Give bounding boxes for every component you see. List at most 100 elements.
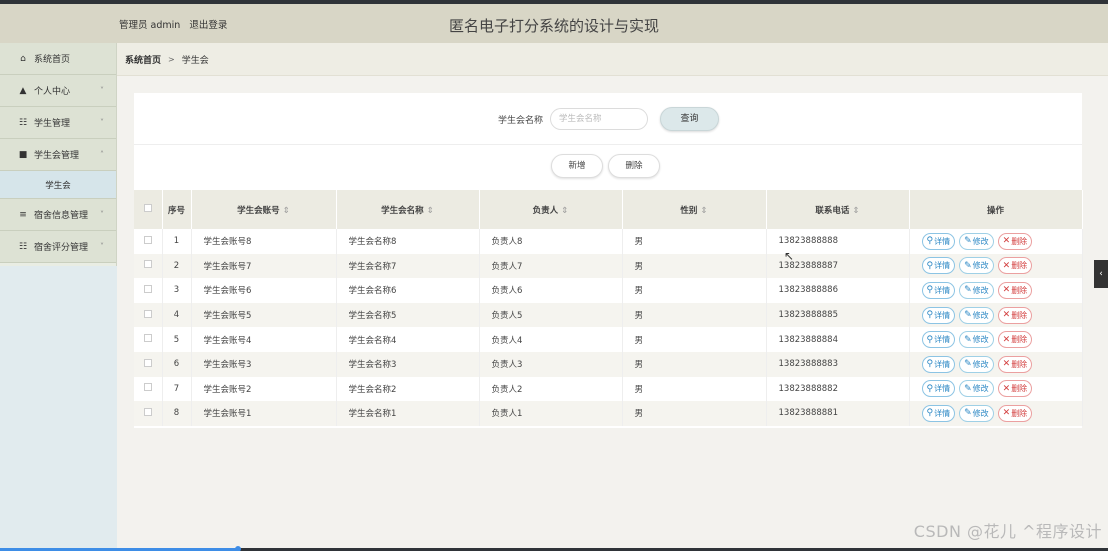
detail-button[interactable]: ⚲ 详情 <box>921 257 956 275</box>
breadcrumb: 系统首页 > 学生会 <box>117 43 1108 76</box>
edit-button[interactable]: ✎ 修改 <box>959 380 994 398</box>
delete-label: 删除 <box>1011 408 1028 418</box>
cell-index: 6 <box>162 351 192 377</box>
cell-phone: 13823888882 <box>766 376 910 402</box>
batch-delete-button[interactable]: 删除 <box>608 154 660 178</box>
edit-label: 修改 <box>972 261 989 271</box>
column-header-label: 性别 <box>680 205 698 216</box>
add-button[interactable]: 新增 <box>551 154 603 178</box>
cell-phone: 13823888884 <box>766 327 910 352</box>
chevron-down-icon: ˅ <box>100 118 104 127</box>
edit-label: 修改 <box>972 236 989 246</box>
cell-gender: 男 <box>622 278 767 303</box>
delete-button[interactable]: ✕ 删除 <box>997 257 1033 275</box>
detail-button[interactable]: ⚲ 详情 <box>921 331 956 349</box>
column-header-gender[interactable]: 性别 ⇕ <box>622 190 767 229</box>
sidebar-item-students[interactable]: ☷ 学生管理 ˅ <box>0 107 116 139</box>
row-checkbox[interactable] <box>143 358 152 367</box>
cell-index: 5 <box>162 327 192 352</box>
row-checkbox[interactable] <box>143 284 152 293</box>
search-icon: ⚲ <box>926 310 934 321</box>
side-collapse-tab[interactable]: ‹ <box>1094 260 1108 288</box>
delete-label: 删除 <box>1011 261 1028 271</box>
table-row: 2 学生会账号7 学生会名称7 负责人7 男 13823888887 ⚲ 详情 ✎ 修改 ✕ 删除 <box>134 253 1083 279</box>
cell-ops: ⚲ 详情 ✎ 修改 ✕ 删除 <box>909 278 1083 303</box>
delete-button[interactable]: ✕ 删除 <box>997 404 1033 422</box>
cell-index: 2 <box>162 253 192 279</box>
edit-button[interactable]: ✎ 修改 <box>959 232 994 250</box>
cell-account: 学生会账号3 <box>191 351 337 377</box>
search-button[interactable]: 查询 <box>660 107 719 131</box>
sort-icon: ⇕ <box>852 205 860 216</box>
sidebar-item-home[interactable]: ⌂ 系统首页 <box>0 43 116 75</box>
close-icon: ✕ <box>1002 236 1011 247</box>
video-progress-knob[interactable] <box>235 546 242 551</box>
row-checkbox[interactable] <box>143 334 152 343</box>
pencil-icon: ✎ <box>964 334 972 345</box>
search-icon: ⚲ <box>926 260 934 271</box>
pencil-icon: ✎ <box>964 359 972 370</box>
detail-button[interactable]: ⚲ 详情 <box>921 232 956 250</box>
sidebar-item-label: 宿舍信息管理 <box>34 211 89 221</box>
delete-button[interactable]: ✕ 删除 <box>997 355 1033 373</box>
delete-button[interactable]: ✕ 删除 <box>997 232 1033 250</box>
cell-index: 7 <box>162 376 192 402</box>
row-checkbox[interactable] <box>143 260 152 269</box>
home-icon: ⌂ <box>20 53 26 64</box>
edit-button[interactable]: ✎ 修改 <box>959 257 994 275</box>
edit-button[interactable]: ✎ 修改 <box>959 404 994 422</box>
delete-button[interactable]: ✕ 删除 <box>997 306 1033 324</box>
breadcrumb-current: 学生会 <box>181 55 209 66</box>
column-header-index: 序号 <box>162 190 192 229</box>
table-row: 8 学生会账号1 学生会名称1 负责人1 男 13823888881 ⚲ 详情 ✎ 修改 ✕ 删除 <box>134 401 1083 426</box>
row-checkbox[interactable] <box>143 407 152 416</box>
sort-icon: ⇕ <box>426 205 434 216</box>
book-icon: ■ <box>18 149 28 160</box>
sidebar-item-label: 学生管理 <box>34 119 71 129</box>
edit-button[interactable]: ✎ 修改 <box>959 331 994 349</box>
search-bar: 学生会名称 查询 <box>134 93 1082 145</box>
detail-button[interactable]: ⚲ 详情 <box>921 404 956 422</box>
sidebar-item-dorm-score[interactable]: ☷ 宿舍评分管理 ˅ <box>0 231 116 263</box>
row-checkbox[interactable] <box>143 309 152 318</box>
list-icon: ≡ <box>19 209 27 220</box>
edit-button[interactable]: ✎ 修改 <box>959 306 994 324</box>
sidebar-subitem-student-union[interactable]: 学生会 <box>0 171 116 199</box>
table-row: 7 学生会账号2 学生会名称2 负责人2 男 13823888882 ⚲ 详情 ✎ 修改 ✕ 删除 <box>134 376 1083 402</box>
detail-button[interactable]: ⚲ 详情 <box>921 380 956 398</box>
delete-button[interactable]: ✕ 删除 <box>997 281 1033 299</box>
select-all-checkbox[interactable] <box>143 204 152 212</box>
breadcrumb-home[interactable]: 系统首页 <box>125 53 161 66</box>
detail-label: 详情 <box>934 335 951 345</box>
delete-button[interactable]: ✕ 删除 <box>997 380 1033 398</box>
edit-button[interactable]: ✎ 修改 <box>959 281 994 299</box>
breadcrumb-separator: > <box>168 54 175 64</box>
delete-button[interactable]: ✕ 删除 <box>997 331 1033 349</box>
search-icon: ⚲ <box>926 383 934 394</box>
chevron-down-icon: ˅ <box>100 86 104 95</box>
close-icon: ✕ <box>1002 260 1011 271</box>
sidebar-item-student-union[interactable]: ■ 学生会管理 ˄ <box>0 139 116 171</box>
detail-button[interactable]: ⚲ 详情 <box>921 281 956 299</box>
edit-button[interactable]: ✎ 修改 <box>959 355 994 373</box>
cell-name: 学生会名称6 <box>336 278 480 303</box>
row-checkbox[interactable] <box>143 235 152 244</box>
column-header-label: 联系电话 <box>815 205 850 216</box>
search-input[interactable] <box>550 108 648 130</box>
column-header-name[interactable]: 学生会名称 ⇕ <box>336 190 480 229</box>
table-row: 5 学生会账号4 学生会名称4 负责人4 男 13823888884 ⚲ 详情 ✎ 修改 ✕ 删除 <box>134 327 1083 352</box>
close-icon: ✕ <box>1002 383 1011 394</box>
row-checkbox[interactable] <box>143 383 152 392</box>
edit-label: 修改 <box>972 359 989 369</box>
detail-button[interactable]: ⚲ 详情 <box>921 306 956 324</box>
sidebar-item-dorm-info[interactable]: ≡ 宿舍信息管理 ˅ <box>0 199 116 231</box>
column-header-account[interactable]: 学生会账号 ⇕ <box>191 190 337 229</box>
detail-button[interactable]: ⚲ 详情 <box>921 355 956 373</box>
cell-account: 学生会账号8 <box>191 229 337 254</box>
column-header-phone[interactable]: 联系电话 ⇕ <box>766 190 910 229</box>
mouse-cursor-icon: ↖ <box>784 249 795 263</box>
column-header-leader[interactable]: 负责人 ⇕ <box>479 190 623 229</box>
cell-leader: 负责人5 <box>479 302 623 328</box>
sidebar-item-personal[interactable]: ▲ 个人中心 ˅ <box>0 75 116 107</box>
pencil-icon: ✎ <box>964 285 972 296</box>
